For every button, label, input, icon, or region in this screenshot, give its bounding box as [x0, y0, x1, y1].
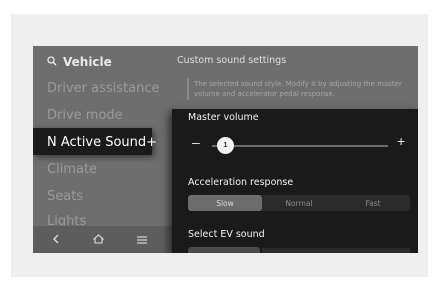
sidebar-item-n-active-sound[interactable]: N Active Sound+ — [47, 135, 157, 150]
panel-title: Custom sound settings — [177, 55, 287, 66]
vehicle-search[interactable]: Vehicle — [47, 54, 112, 70]
ev-sound-selector[interactable] — [262, 248, 410, 253]
acceleration-response-title: Acceleration response — [188, 177, 294, 188]
acceleration-response-selector: Slow Normal Fast — [188, 195, 410, 211]
menu-icon — [137, 231, 147, 249]
sidebar-item-driver-assistance[interactable]: Driver assistance — [47, 81, 159, 96]
sound-settings-popup: Master volume – 1 + Acceleration respons… — [172, 109, 418, 253]
ev-sound-option[interactable] — [188, 247, 260, 253]
home-icon — [92, 231, 104, 249]
sidebar-item-drive-mode[interactable]: Drive mode — [47, 108, 123, 123]
info-text: The selected sound style. Modify it by a… — [194, 80, 402, 98]
bottom-nav-bar — [33, 226, 173, 253]
back-chevron-icon — [52, 231, 60, 249]
sidebar-item-climate[interactable]: Climate — [47, 162, 97, 177]
option-normal[interactable]: Normal — [262, 195, 336, 211]
option-slow[interactable]: Slow — [188, 195, 262, 211]
option-fast[interactable]: Fast — [336, 195, 410, 211]
ev-sound-title: Select EV sound — [188, 229, 265, 240]
infotainment-screen: Vehicle Driver assistance Drive mode N A… — [33, 46, 418, 253]
master-volume-title: Master volume — [188, 112, 259, 123]
volume-slider-knob[interactable]: 1 — [217, 137, 234, 154]
volume-plus-button[interactable]: + — [397, 134, 405, 148]
volume-minus-button[interactable]: – — [192, 135, 200, 149]
back-button[interactable] — [41, 226, 71, 253]
sidebar-item-seats[interactable]: Seats — [47, 189, 83, 204]
volume-slider-track[interactable] — [212, 145, 388, 147]
menu-button[interactable] — [127, 226, 157, 253]
info-divider — [187, 78, 189, 100]
vehicle-label: Vehicle — [63, 55, 112, 69]
home-button[interactable] — [83, 226, 113, 253]
search-icon — [47, 53, 57, 71]
